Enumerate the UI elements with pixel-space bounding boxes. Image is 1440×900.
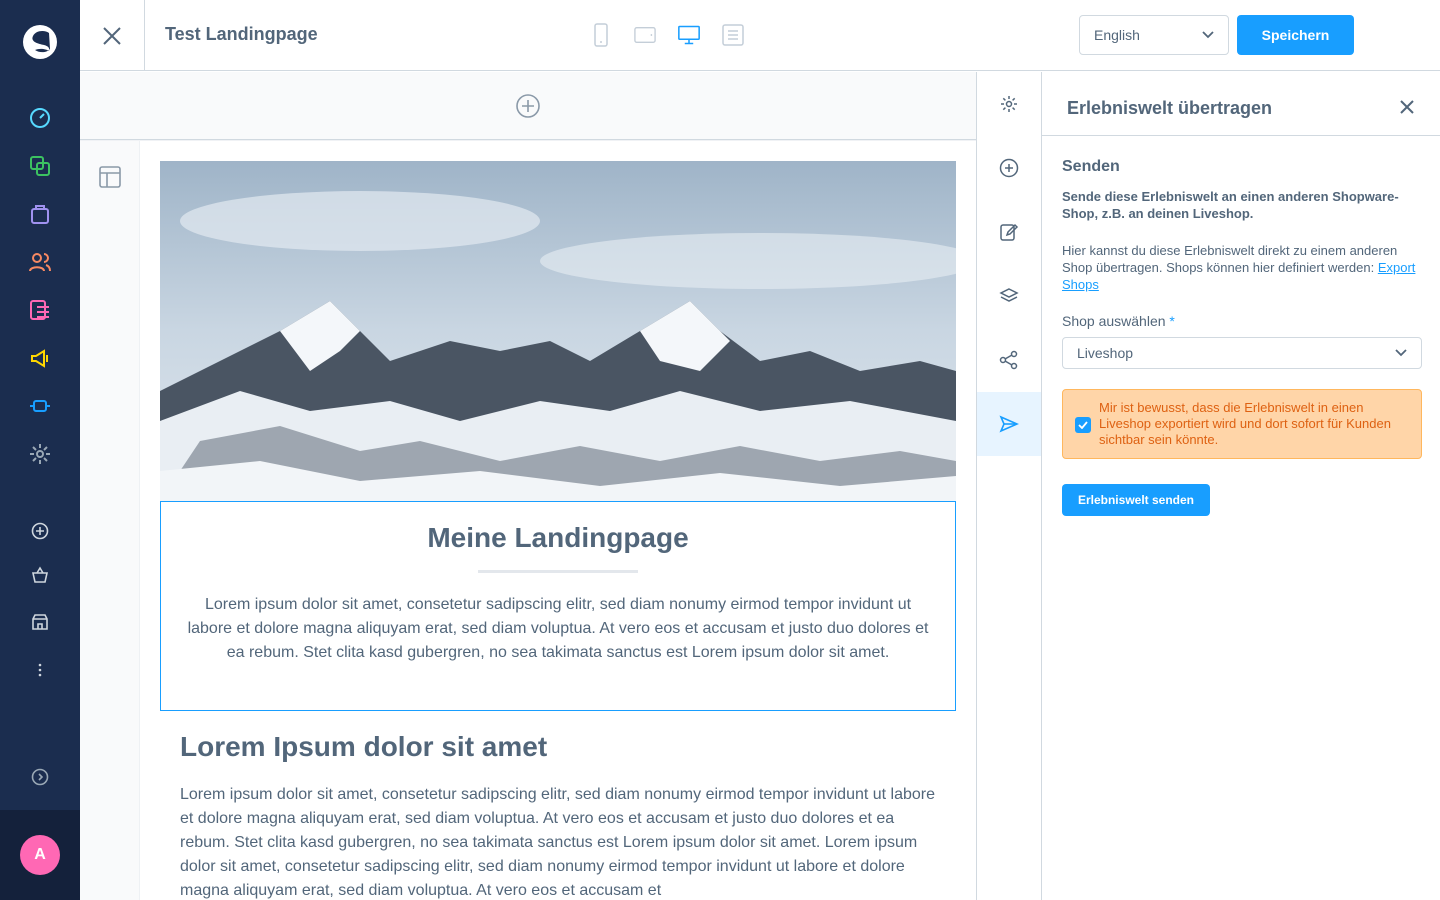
desktop-icon: [678, 25, 700, 45]
shop-select-value: Liveshop: [1077, 345, 1134, 361]
close-icon: [103, 26, 121, 45]
tab-share[interactable]: [977, 328, 1041, 392]
desktop-view-button[interactable]: [678, 22, 700, 48]
editor-header: Test Landingpage English Speichern: [80, 0, 1440, 71]
page-preview: Meine Landingpage Lorem ipsum dolor sit …: [140, 141, 976, 900]
selected-text-block[interactable]: Meine Landingpage Lorem ipsum dolor sit …: [160, 501, 956, 711]
share-icon: [999, 350, 1018, 370]
add-section-bar: [80, 72, 976, 140]
plus-circle-icon: [999, 158, 1019, 178]
tab-layers[interactable]: [977, 264, 1041, 328]
chevron-down-icon: [1395, 349, 1407, 357]
shop-icon[interactable]: [28, 610, 52, 634]
list-view-button[interactable]: [722, 22, 744, 48]
collapse-icon[interactable]: [28, 765, 52, 789]
save-button[interactable]: Speichern: [1237, 15, 1354, 55]
hero-image[interactable]: [160, 161, 956, 501]
layout-icon[interactable]: [99, 166, 121, 188]
catalogue-icon[interactable]: [28, 154, 52, 178]
hero-heading: Meine Landingpage: [427, 522, 689, 553]
close-icon[interactable]: [1400, 100, 1414, 114]
hero-text: Lorem ipsum dolor sit amet, consetetur s…: [187, 596, 929, 661]
dashboard-icon[interactable]: [28, 106, 52, 130]
add-section-icon[interactable]: [515, 93, 541, 119]
customers-icon[interactable]: [28, 250, 52, 274]
layers-icon: [999, 288, 1019, 302]
device-switcher: [590, 22, 744, 48]
orders-icon[interactable]: [28, 202, 52, 226]
confirm-checkbox[interactable]: [1075, 417, 1091, 433]
panel-title: Erlebniswelt übertragen: [1067, 98, 1273, 118]
section-tools: [80, 141, 140, 900]
tab-add-blocks[interactable]: [977, 136, 1041, 200]
mobile-view-button[interactable]: [590, 22, 612, 48]
send-icon: [999, 415, 1019, 433]
editor-canvas: Meine Landingpage Lorem ipsum dolor sit …: [80, 72, 976, 900]
sidebar-tabs: [976, 72, 1042, 900]
shopware-logo[interactable]: [20, 22, 60, 62]
description-text: Hier kannst du diese Erlebniswelt direkt…: [1062, 243, 1398, 275]
page-title: Test Landingpage: [165, 24, 318, 44]
checkmark-icon: [1078, 421, 1088, 429]
add-sales-channel-icon[interactable]: [28, 519, 52, 543]
section-text: Lorem ipsum dolor sit amet, consetetur s…: [180, 786, 936, 899]
text-section[interactable]: Lorem Ipsum dolor sit amet Lorem ipsum d…: [180, 731, 936, 900]
language-select-value: English: [1094, 27, 1140, 43]
content-icon[interactable]: [28, 298, 52, 322]
shop-label-text: Shop auswählen: [1062, 313, 1166, 329]
alert-text: Mir ist bewusst, dass die Erlebniswelt i…: [1099, 400, 1391, 447]
more-icon[interactable]: [28, 658, 52, 682]
edit-icon: [1000, 223, 1019, 241]
admin-sidebar: A: [0, 0, 80, 900]
tablet-view-button[interactable]: [634, 22, 656, 48]
section-title: Senden: [1062, 158, 1120, 175]
storefront-basket-icon[interactable]: [28, 563, 52, 587]
warning-alert: Mir ist bewusst, dass die Erlebniswelt i…: [1062, 389, 1422, 459]
send-button[interactable]: Erlebniswelt senden: [1062, 484, 1210, 516]
tab-edit[interactable]: [977, 200, 1041, 264]
list-icon: [722, 24, 744, 46]
chevron-down-icon: [1202, 31, 1214, 39]
user-area: A: [0, 810, 80, 900]
close-editor-button[interactable]: [80, 0, 145, 71]
panel-header: Erlebniswelt übertragen: [1042, 72, 1440, 136]
section-heading: Lorem Ipsum dolor sit amet: [180, 731, 548, 762]
required-marker: *: [1169, 313, 1175, 329]
language-select[interactable]: English: [1079, 15, 1229, 55]
extensions-icon[interactable]: [28, 394, 52, 418]
description: Hier kannst du diese Erlebniswelt direkt…: [1062, 242, 1420, 293]
tablet-icon: [634, 26, 656, 44]
mobile-icon: [594, 23, 608, 47]
shop-select-label: Shop auswählen *: [1062, 313, 1420, 329]
panel-body: Senden Sende diese Erlebniswelt an einen…: [1042, 136, 1440, 516]
settings-icon[interactable]: [28, 442, 52, 466]
shop-select[interactable]: Liveshop: [1062, 337, 1422, 369]
tab-send[interactable]: [977, 392, 1041, 456]
gear-icon: [1001, 96, 1017, 112]
avatar[interactable]: A: [20, 835, 60, 875]
description-bold: Sende diese Erlebniswelt an einen andere…: [1062, 189, 1399, 221]
marketing-icon[interactable]: [28, 346, 52, 370]
tab-settings[interactable]: [977, 72, 1041, 136]
transfer-panel: Erlebniswelt übertragen Senden Sende die…: [1042, 72, 1440, 900]
